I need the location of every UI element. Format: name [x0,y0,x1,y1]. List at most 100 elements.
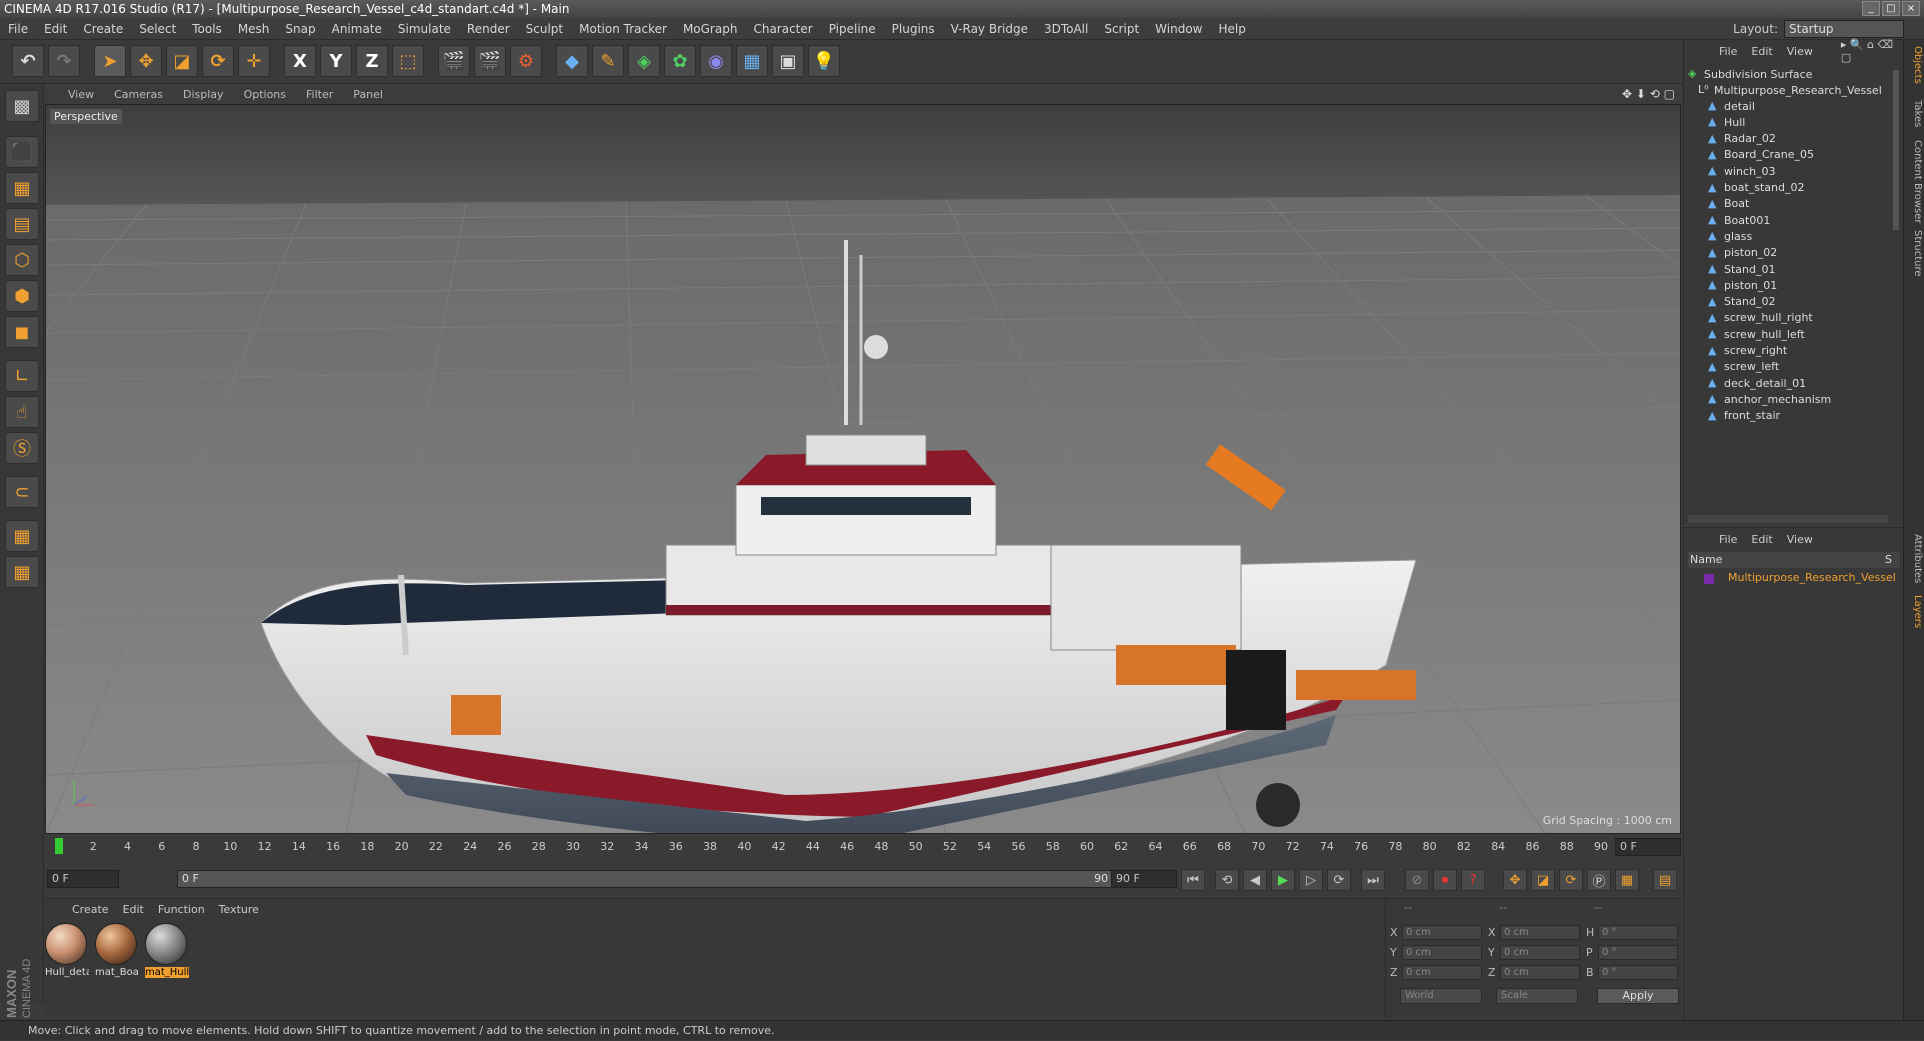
key-parameter-icon[interactable]: Ⓟ [1587,869,1611,891]
object-row[interactable]: ▲ screw_right [1708,343,1913,359]
menu-plugins[interactable]: Plugins [884,22,943,36]
object-menu-edit[interactable]: Edit [1744,45,1779,58]
material-menu-create[interactable]: Create [65,903,116,916]
layer-row[interactable]: Multipurpose_Research_Vessel [1688,570,1900,586]
rotation-p-field[interactable]: 0 ° [1598,944,1678,960]
viewport-menu-panel[interactable]: Panel [343,88,393,101]
object-row[interactable]: ▲ Hull [1708,114,1913,130]
menu-character[interactable]: Character [745,22,820,36]
autokey-icon[interactable]: ? [1461,869,1485,891]
menu-simulate[interactable]: Simulate [390,22,459,36]
tab-objects[interactable]: Objects [1906,46,1923,84]
next-frame-icon[interactable]: ▷ [1299,869,1323,891]
key-rotation-icon[interactable]: ⟳ [1559,869,1583,891]
menu-pipeline[interactable]: Pipeline [821,22,884,36]
timeline-window-icon[interactable]: ▤ [1653,869,1677,891]
object-menu-view[interactable]: View [1780,45,1820,58]
size-x-field[interactable]: 0 cm [1500,924,1580,940]
live-selection-icon[interactable]: ➤ [94,45,126,77]
model-mode-icon[interactable]: ⬛ [5,136,39,168]
rotation-h-field[interactable]: 0 ° [1598,924,1678,940]
layer-color-swatch[interactable] [1704,574,1714,584]
preview-range-slider[interactable]: 0 F 90 F [177,870,1137,888]
size-mode-dropdown[interactable]: Scale [1496,988,1578,1004]
object-row[interactable]: ▲ piston_02 [1708,245,1913,261]
pen-spline-icon[interactable]: ✎ [592,45,624,77]
menu-create[interactable]: Create [75,22,131,36]
object-row[interactable]: ▲ anchor_mechanism [1708,391,1913,407]
object-manager-hscrollbar[interactable] [1688,515,1888,523]
coordinate-space-dropdown[interactable]: World [1400,988,1482,1004]
cube-object-icon[interactable]: ◆ [556,45,588,77]
object-row[interactable]: ▲ Board_Crane_05 [1708,147,1913,163]
menu-3dtoall[interactable]: 3DToAll [1036,22,1096,36]
object-row[interactable]: ▲ boat_stand_02 [1708,180,1913,196]
material-menu-edit[interactable]: Edit [116,903,151,916]
object-row[interactable]: ▲ Stand_02 [1708,294,1913,310]
menu-mograph[interactable]: MoGraph [675,22,746,36]
go-to-start-icon[interactable]: ⏮ [1181,869,1205,891]
object-manager-tool-icons[interactable]: ▸ 🔍 ⌂ ⌫ ▢ [1834,38,1903,64]
menu-script[interactable]: Script [1096,22,1147,36]
position-x-field[interactable]: 0 cm [1402,924,1482,940]
axis-mode-icon[interactable]: ∟ [5,360,39,392]
workplane-lock-icon[interactable]: ▦ [5,520,39,552]
menu-motion-tracker[interactable]: Motion Tracker [571,22,675,36]
menu-edit[interactable]: Edit [36,22,75,36]
rotation-b-field[interactable]: 0 ° [1598,964,1678,980]
playhead-marker[interactable] [55,838,63,854]
menu-select[interactable]: Select [131,22,184,36]
subdivision-surface-icon[interactable]: ◈ [628,45,660,77]
size-y-field[interactable]: 0 cm [1500,944,1580,960]
menu-mesh[interactable]: Mesh [230,22,278,36]
object-row[interactable]: ▲ front_stair [1708,408,1913,424]
timeline-ruler[interactable]: 0 F 024681012141618202224262830323436384… [45,836,1681,860]
points-mode-icon[interactable]: ⬡ [5,244,39,276]
material-swatch[interactable]: mat_Boa [95,923,139,978]
coordinate-system-icon[interactable]: ⬚ [392,45,424,77]
viewport-navigation-icons[interactable]: ✥ ⬇ ⟲ ▢ [1622,87,1675,101]
tab-takes[interactable]: Takes [1906,100,1923,127]
render-settings-icon[interactable]: ⚙ [510,45,542,77]
tweak-mode-icon[interactable]: ☝ [5,396,39,428]
record-disabled-icon[interactable]: ⊘ [1405,869,1429,891]
menu-vray-bridge[interactable]: V-Ray Bridge [943,22,1036,36]
menu-sculpt[interactable]: Sculpt [518,22,571,36]
close-button[interactable]: × [1902,1,1920,16]
tab-layers[interactable]: Layers [1906,595,1923,628]
play-forward-icon[interactable]: ▶ [1271,869,1295,891]
previous-key-icon[interactable]: ⟲ [1215,869,1239,891]
maximize-button[interactable]: □ [1882,1,1900,16]
cloner-icon[interactable]: ✿ [664,45,696,77]
start-frame-field[interactable]: 0 F [47,870,119,888]
current-frame-field[interactable]: 0 F [1615,838,1681,856]
make-editable-icon[interactable]: ▩ [5,90,39,122]
polygons-mode-icon[interactable]: ◼ [5,316,39,348]
tab-attributes[interactable]: Attributes [1906,534,1923,583]
menu-animate[interactable]: Animate [324,22,390,36]
key-scale-icon[interactable]: ◪ [1531,869,1555,891]
viewport-menu-options[interactable]: Options [234,88,296,101]
tab-structure[interactable]: Structure [1906,230,1923,277]
edges-mode-icon[interactable]: ⬢ [5,280,39,312]
menu-tools[interactable]: Tools [184,22,230,36]
deformer-icon[interactable]: ◉ [700,45,732,77]
end-frame-field[interactable]: 90 F [1111,870,1177,888]
object-row[interactable]: ▲ glass [1708,228,1913,244]
render-view-icon[interactable]: 🎬 [438,45,470,77]
object-row-group[interactable]: L⁰ Multipurpose_Research_Vessel [1698,82,1903,98]
redo-icon[interactable]: ↷ [48,45,80,77]
locked-workplane-icon[interactable]: ▦ [5,556,39,588]
object-row-subdivision-surface[interactable]: ◈ Subdivision Surface [1688,66,1893,82]
menu-snap[interactable]: Snap [277,22,323,36]
material-swatch[interactable]: Hull_deta [45,923,89,978]
material-swatch-selected[interactable]: mat_Hull [145,923,189,978]
axis-x-button[interactable]: X [284,45,316,77]
axis-z-button[interactable]: Z [356,45,388,77]
axis-y-button[interactable]: Y [320,45,352,77]
menu-file[interactable]: File [0,22,36,36]
undo-icon[interactable]: ↶ [12,45,44,77]
object-row[interactable]: ▲ screw_left [1708,359,1913,375]
object-row[interactable]: ▲ Radar_02 [1708,131,1913,147]
layer-menu-file[interactable]: File [1712,533,1744,546]
